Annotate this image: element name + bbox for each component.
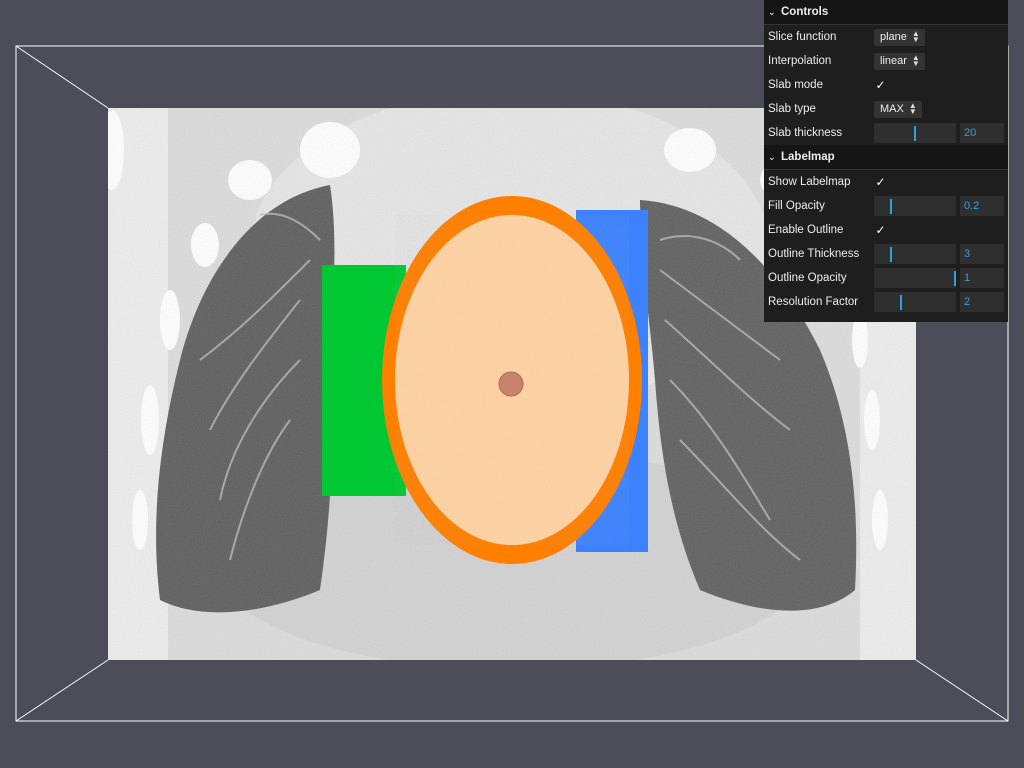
slab-thickness-input[interactable]: 20 (960, 123, 1004, 143)
interpolation-select[interactable]: linear ▲ ▼ (874, 52, 925, 70)
slab-mode-checkbox[interactable]: ✓ (874, 78, 887, 92)
enable-outline-label: Enable Outline (768, 224, 844, 236)
up-down-arrows-icon: ▲ ▼ (911, 29, 920, 44)
show-labelmap-row: Show Labelmap ✓ (764, 170, 1008, 194)
slider-handle[interactable] (954, 271, 956, 286)
enable-outline-checkbox[interactable]: ✓ (874, 223, 887, 237)
controls-panel: ⌄ Controls Slice function plane ▲ ▼ Inter… (764, 0, 1008, 322)
slab-thickness-label: Slab thickness (768, 127, 843, 139)
interpolation-value: linear (880, 55, 907, 67)
up-down-arrows-icon: ▲ ▼ (908, 101, 917, 116)
outline-opacity-input[interactable]: 1 (960, 268, 1004, 288)
interpolation-row: Interpolation linear ▲ ▼ (764, 49, 1008, 73)
resolution-factor-label: Resolution Factor (768, 296, 859, 308)
outline-thickness-slider[interactable] (874, 244, 956, 264)
fill-opacity-row: Fill Opacity 0.2 (764, 194, 1008, 218)
controls-title: Controls (781, 6, 829, 18)
slider-handle[interactable] (914, 126, 916, 141)
outline-thickness-label: Outline Thickness (768, 248, 860, 260)
labelmap-title: Labelmap (781, 151, 835, 163)
center-marker (498, 371, 524, 397)
slab-mode-row: Slab mode ✓ (764, 73, 1008, 97)
slice-function-label: Slice function (768, 31, 837, 43)
resolution-factor-input[interactable]: 2 (960, 292, 1004, 312)
fill-opacity-slider[interactable] (874, 196, 956, 216)
slider-handle[interactable] (890, 199, 892, 214)
slab-type-value: MAX (880, 103, 904, 115)
slab-thickness-row: Slab thickness 20 (764, 121, 1008, 145)
chevron-down-icon: ⌄ (768, 6, 776, 17)
slab-type-select[interactable]: MAX ▲ ▼ (874, 100, 922, 118)
outline-opacity-row: Outline Opacity 1 (764, 266, 1008, 290)
slab-type-row: Slab type MAX ▲ ▼ (764, 97, 1008, 121)
chevron-down-icon: ⌄ (768, 151, 776, 162)
resolution-factor-slider[interactable] (874, 292, 956, 312)
enable-outline-row: Enable Outline ✓ (764, 218, 1008, 242)
outline-opacity-label: Outline Opacity (768, 272, 847, 284)
up-down-arrows-icon: ▲ ▼ (911, 53, 920, 68)
checkmark-icon: ✓ (875, 78, 886, 92)
slider-handle[interactable] (890, 247, 892, 262)
outline-thickness-input[interactable]: 3 (960, 244, 1004, 264)
slab-thickness-slider[interactable] (874, 123, 956, 143)
show-labelmap-label: Show Labelmap (768, 176, 851, 188)
slice-function-value: plane (880, 31, 907, 43)
fill-opacity-input[interactable]: 0.2 (960, 196, 1004, 216)
resolution-factor-row: Resolution Factor 2 (764, 290, 1008, 314)
slab-type-label: Slab type (768, 103, 816, 115)
slice-function-select[interactable]: plane ▲ ▼ (874, 28, 925, 46)
outline-opacity-slider[interactable] (874, 268, 956, 288)
interpolation-label: Interpolation (768, 55, 832, 67)
slider-handle[interactable] (900, 295, 902, 310)
show-labelmap-checkbox[interactable]: ✓ (874, 175, 887, 189)
checkmark-icon: ✓ (875, 223, 886, 237)
fill-opacity-label: Fill Opacity (768, 200, 825, 212)
outline-thickness-row: Outline Thickness 3 (764, 242, 1008, 266)
slab-mode-label: Slab mode (768, 79, 823, 91)
checkmark-icon: ✓ (875, 175, 886, 189)
controls-section-header[interactable]: ⌄ Controls (764, 0, 1008, 25)
labelmap-section-header[interactable]: ⌄ Labelmap (764, 145, 1008, 170)
slice-function-row: Slice function plane ▲ ▼ (764, 25, 1008, 49)
